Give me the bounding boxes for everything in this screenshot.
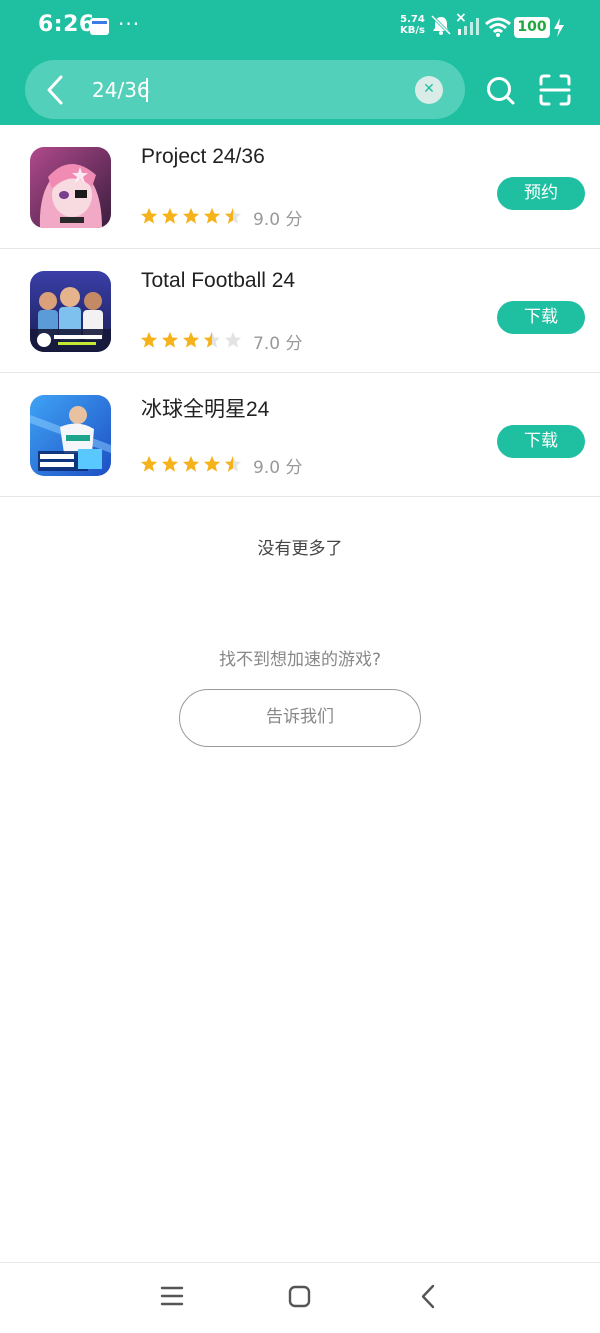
status-time: 6:26 [38,12,95,37]
search-icon[interactable] [484,74,516,106]
star-full-icon [182,455,200,472]
wifi-icon [485,17,511,37]
game-title[interactable]: Project 24/36 [141,145,265,169]
game-score: 9.0 分 [253,210,303,230]
cellular-signal-icon [458,18,479,35]
notification-message-icon [90,18,109,35]
star-full-icon [161,207,179,224]
reserve-button[interactable]: 预约 [497,177,585,210]
network-speed-value: 5.74 [400,14,425,25]
rating-stars [140,455,242,473]
list-item[interactable]: 冰球全明星24 9.0 分 下载 [0,373,600,497]
charging-icon [554,18,564,37]
clear-search-button[interactable]: ✕ [415,76,443,104]
nav-back-icon[interactable] [418,1283,438,1310]
scan-icon[interactable] [538,73,572,107]
back-arrow-icon[interactable] [44,73,66,107]
game-icon-hockey-all-stars-24 [30,395,111,476]
game-icon-project-2436 [30,147,111,228]
game-title[interactable]: 冰球全明星24 [141,393,269,423]
star-half-icon [224,455,242,472]
search-bar[interactable] [25,60,465,119]
star-full-icon [203,207,221,224]
star-full-icon [182,207,200,224]
star-full-icon [182,331,200,348]
star-full-icon [203,455,221,472]
nav-divider [0,1262,600,1263]
rating-stars [140,207,242,225]
search-input[interactable]: 24/36 [92,75,150,105]
game-score: 7.0 分 [253,334,303,354]
star-full-icon [161,331,179,348]
star-full-icon [140,455,158,472]
close-icon: ✕ [423,81,435,97]
home-icon[interactable] [288,1285,311,1308]
game-score: 9.0 分 [253,458,303,478]
network-speed: 5.74 KB/s [400,14,425,36]
list-item[interactable]: Total Football 24 7.0 分 下载 [0,249,600,373]
rating-stars [140,331,242,349]
star-full-icon [161,455,179,472]
more-notifications-icon: ··· [118,12,141,36]
not-found-hint-text: 找不到想加速的游戏? [218,650,382,670]
game-icon-total-football-24 [30,271,111,352]
text-cursor [146,78,148,102]
recent-apps-menu-icon[interactable] [160,1284,184,1308]
tell-us-button[interactable]: 告诉我们 [179,689,421,747]
star-half-icon [203,331,221,348]
download-button[interactable]: 下载 [497,425,585,458]
download-button[interactable]: 下载 [497,301,585,334]
status-bar: 6:26 ··· 5.74 KB/s × 100 [0,0,600,56]
no-more-results-text: 没有更多了 [257,539,343,559]
star-full-icon [140,331,158,348]
battery-indicator: 100 [514,17,550,38]
list-item[interactable]: Project 24/36 9.0 分 预约 [0,125,600,249]
game-title[interactable]: Total Football 24 [141,269,295,293]
star-empty-icon [224,331,242,348]
network-speed-unit: KB/s [400,25,425,36]
star-half-icon [224,207,242,224]
star-full-icon [140,207,158,224]
bell-muted-icon [430,14,452,36]
